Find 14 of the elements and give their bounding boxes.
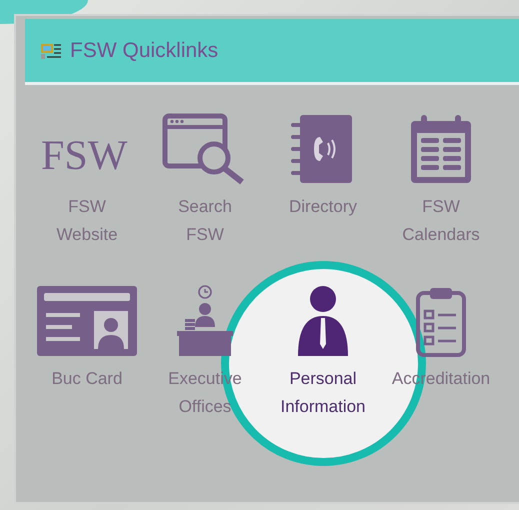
monitor-icon — [40, 42, 62, 60]
checklist-icon[interactable] — [415, 285, 467, 357]
desk-clerk-icon[interactable] — [175, 285, 235, 357]
quicklink[interactable]: Personal Information — [280, 365, 366, 421]
id-card-icon[interactable] — [36, 285, 138, 357]
quicklink[interactable]: Search FSW — [163, 193, 247, 249]
quicklink[interactable]: Directory — [288, 193, 357, 221]
quicklink[interactable]: FSW Website — [45, 193, 129, 249]
person-icon[interactable] — [296, 285, 350, 357]
calendar-icon[interactable] — [409, 113, 473, 185]
logo-icon[interactable]: FSW — [39, 113, 135, 185]
quicklink[interactable]: FSW Calendars — [399, 193, 483, 249]
quicklink[interactable]: Buc Card — [52, 365, 122, 393]
panel-title: FSW Quicklinks — [70, 38, 218, 64]
